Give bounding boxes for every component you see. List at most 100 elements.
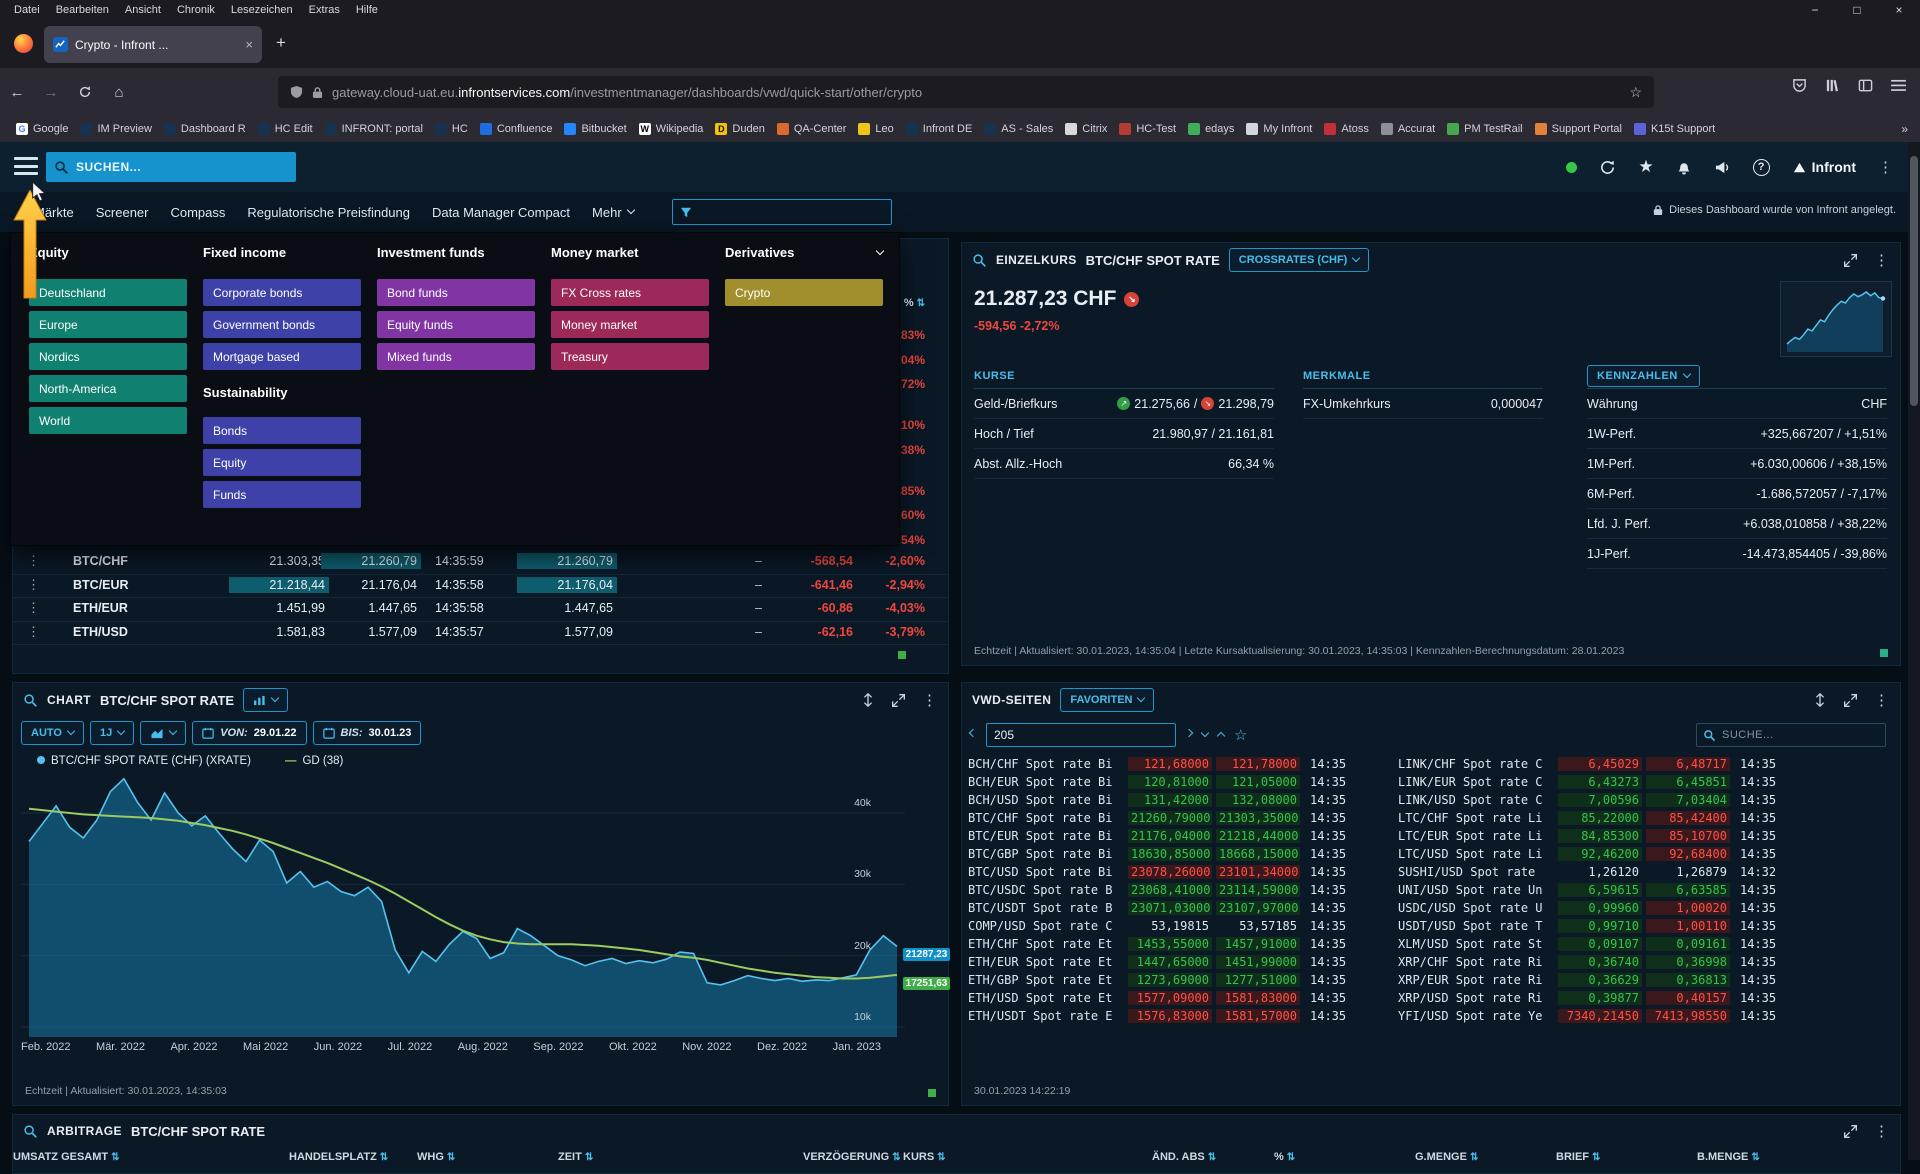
pocket-icon[interactable]: [1792, 78, 1807, 93]
bookmark-item[interactable]: Confluence: [474, 120, 559, 138]
bookmark-item[interactable]: Leo: [852, 120, 899, 138]
window-close-button[interactable]: ×: [1878, 3, 1920, 17]
new-tab-button[interactable]: +: [276, 33, 286, 53]
row-kebab-icon[interactable]: ⋮: [27, 600, 40, 616]
nav-item[interactable]: Compass: [170, 205, 225, 220]
fit-vertical-icon[interactable]: [861, 692, 875, 708]
column-header[interactable]: G.MENGE⇅: [1415, 1151, 1478, 1163]
nav-item[interactable]: Screener: [96, 205, 149, 220]
bookmark-item[interactable]: W Wikipedia: [633, 120, 710, 138]
menu-item[interactable]: Mixed funds: [377, 343, 535, 370]
menu-item[interactable]: Deutschland: [29, 279, 187, 306]
menu-item[interactable]: Nordics: [29, 343, 187, 370]
menubar-item[interactable]: Datei: [6, 2, 48, 18]
toolbar-kebab-icon[interactable]: ⋮: [1878, 158, 1894, 176]
column-header[interactable]: %⇅: [1274, 1151, 1295, 1163]
sidebar-icon[interactable]: [1858, 78, 1873, 93]
bookmark-item[interactable]: INFRONT: portal: [319, 120, 429, 138]
menu-item[interactable]: Equity funds: [377, 311, 535, 338]
panel-kebab-icon[interactable]: ⋮: [922, 691, 938, 709]
bookmark-item[interactable]: Atoss: [1318, 120, 1375, 138]
shield-icon[interactable]: [290, 85, 303, 99]
filter-input[interactable]: [698, 205, 868, 220]
lock-icon[interactable]: [312, 86, 323, 99]
vwd-search-input[interactable]: [1722, 729, 1872, 741]
menubar-item[interactable]: Hilfe: [348, 2, 386, 18]
menu-item[interactable]: FX Cross rates: [551, 279, 709, 306]
nav-item[interactable]: Data Manager Compact: [432, 205, 570, 220]
column-header[interactable]: ZEIT⇅: [558, 1151, 593, 1163]
address-bar[interactable]: gateway.cloud-uat.eu.infrontservices.com…: [278, 76, 1654, 108]
page-number-input[interactable]: [986, 723, 1176, 747]
watchlist-row[interactable]: ⋮ BTC/EUR 21.218,44 21.176,04 14:35:58 2…: [13, 575, 948, 599]
firefox-logo[interactable]: [14, 34, 33, 53]
menu-item[interactable]: Treasury: [551, 343, 709, 370]
announcements-icon[interactable]: [1714, 160, 1731, 175]
bookmark-item[interactable]: IM Preview: [74, 120, 157, 138]
column-header[interactable]: BRIEF⇅: [1556, 1151, 1600, 1163]
menu-item-crypto[interactable]: Crypto: [725, 279, 883, 306]
scrollbar-thumb[interactable]: [1910, 156, 1918, 406]
filter-box[interactable]: [672, 199, 892, 225]
row-kebab-icon[interactable]: ⋮: [27, 624, 40, 640]
bookmark-item[interactable]: PM TestRail: [1441, 120, 1528, 138]
price-chart[interactable]: 40k 30k 20k 10k: [21, 775, 905, 1037]
bookmark-item[interactable]: QA-Center: [771, 120, 853, 138]
expand-icon[interactable]: [891, 693, 906, 708]
panel-kebab-icon[interactable]: ⋮: [1874, 251, 1890, 269]
forward-button[interactable]: →: [34, 84, 68, 101]
page-prev-icon[interactable]: [969, 729, 977, 737]
panel-kebab-icon[interactable]: ⋮: [1874, 1122, 1890, 1140]
column-header[interactable]: VERZÖGERUNG⇅: [803, 1151, 901, 1163]
menu-item[interactable]: Corporate bonds: [203, 279, 361, 306]
window-restore-button[interactable]: □: [1836, 3, 1878, 17]
window-minimize-button[interactable]: −: [1794, 3, 1836, 17]
menubar-item[interactable]: Bearbeiten: [48, 2, 117, 18]
bookmarks-overflow-icon[interactable]: »: [1901, 122, 1920, 136]
bookmark-item[interactable]: Support Portal: [1529, 120, 1628, 138]
menu-item[interactable]: Equity: [203, 449, 361, 476]
sync-icon[interactable]: [1599, 159, 1616, 176]
reload-button[interactable]: [68, 85, 102, 99]
menu-item[interactable]: Government bonds: [203, 311, 361, 338]
row-kebab-icon[interactable]: ⋮: [27, 577, 40, 593]
auto-scale-button[interactable]: AUTO: [21, 721, 84, 745]
help-icon[interactable]: ?: [1753, 159, 1770, 176]
bookmark-item[interactable]: Bitbucket: [558, 120, 632, 138]
bookmark-item[interactable]: HC-Test: [1113, 120, 1182, 138]
column-header[interactable]: UMSATZ GESAMT⇅: [13, 1151, 120, 1163]
bookmark-item[interactable]: AS - Sales: [978, 120, 1059, 138]
page-next-icon[interactable]: [1185, 729, 1193, 737]
menubar-item[interactable]: Lesezeichen: [223, 2, 301, 18]
menubar-item[interactable]: Extras: [301, 2, 348, 18]
app-menu-hamburger[interactable]: [14, 155, 38, 177]
home-button[interactable]: ⌂: [102, 84, 136, 101]
column-header[interactable]: B.MENGE⇅: [1697, 1151, 1760, 1163]
browser-tab[interactable]: Crypto - Infront ... ×: [44, 26, 262, 63]
bookmark-item[interactable]: Infront DE: [900, 120, 979, 138]
column-header[interactable]: HANDELSPLATZ⇅: [289, 1151, 388, 1163]
page-up-icon[interactable]: [1217, 732, 1225, 740]
vwd-search[interactable]: [1696, 723, 1886, 747]
page-scrollbar[interactable]: [1908, 142, 1920, 1160]
browser-menu-icon[interactable]: [1891, 79, 1906, 92]
bookmark-item[interactable]: K15t Support: [1628, 120, 1721, 138]
column-header[interactable]: WHG⇅: [417, 1151, 455, 1163]
crossrates-selector[interactable]: CROSSRATES (CHF): [1229, 248, 1370, 272]
menubar-item[interactable]: Chronik: [169, 2, 223, 18]
bookmark-star-icon[interactable]: ☆: [1629, 84, 1642, 101]
date-from-button[interactable]: VON: 29.01.22: [192, 721, 306, 745]
global-search[interactable]: [46, 152, 296, 182]
bookmark-item[interactable]: G Google: [10, 120, 74, 138]
favorites-star-icon[interactable]: ★: [1638, 157, 1653, 177]
fit-vertical-icon[interactable]: [1813, 692, 1827, 708]
expand-icon[interactable]: [1843, 693, 1858, 708]
favorites-selector[interactable]: FAVORITEN: [1060, 688, 1154, 712]
kennzahlen-selector[interactable]: KENNZAHLEN: [1587, 365, 1700, 387]
watchlist-row[interactable]: ⋮ BTC/CHF 21.303,35 21.260,79 14:35:59 2…: [13, 551, 948, 575]
nav-item-more[interactable]: Mehr: [592, 205, 634, 220]
tab-close-icon[interactable]: ×: [245, 37, 253, 52]
bookmark-item[interactable]: Citrix: [1059, 120, 1113, 138]
menu-item[interactable]: Funds: [203, 481, 361, 508]
chart-type-button[interactable]: [140, 721, 186, 745]
